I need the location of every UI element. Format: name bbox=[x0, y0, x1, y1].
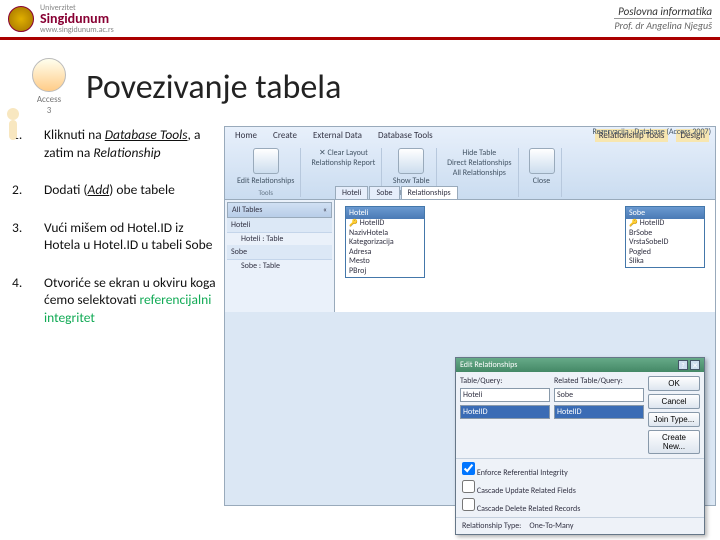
cancel-button[interactable]: Cancel bbox=[648, 394, 700, 409]
relationship-type-value: One-To-Many bbox=[529, 521, 573, 531]
right-field-select[interactable]: HotelID bbox=[554, 405, 644, 419]
title-row: Access 3 Povezivanje tabela bbox=[0, 40, 720, 126]
slide-title: Povezivanje tabela bbox=[86, 67, 341, 108]
left-field-select[interactable]: HotelID bbox=[460, 405, 550, 419]
dialog-help-icon[interactable]: ? bbox=[678, 360, 688, 370]
relationships-canvas[interactable]: Hoteli Sobe Relationships Hoteli HotelID… bbox=[335, 200, 715, 312]
step-2: 2. Dodati (Add) obe tabele bbox=[12, 181, 218, 199]
edit-relationships-dialog: Edit Relationships ? ✕ Table/Query: Hote… bbox=[455, 357, 705, 535]
steps-list: 1. Kliknuti na Database Tools, a zatim n… bbox=[12, 126, 218, 506]
table-box-sobe[interactable]: Sobe HotelID BrSobe VrstaSobeID Pogled S… bbox=[625, 206, 705, 268]
nav-item-hoteli-table[interactable]: Hoteli : Table bbox=[227, 233, 332, 245]
logo-singidunum: Singidunum bbox=[40, 12, 114, 26]
nav-collapse-icon[interactable]: « bbox=[323, 205, 327, 215]
clear-layout-button[interactable]: ✕ Clear Layout bbox=[311, 148, 375, 158]
nav-group-hoteli[interactable]: Hoteli bbox=[227, 218, 332, 233]
check-cascade-delete[interactable]: Cascade Delete Related Records bbox=[462, 497, 698, 515]
mascot-icon bbox=[2, 108, 24, 148]
nav-header[interactable]: All Tables bbox=[232, 205, 262, 215]
step-1: 1. Kliknuti na Database Tools, a zatim n… bbox=[12, 126, 218, 161]
ok-button[interactable]: OK bbox=[648, 376, 700, 391]
navigation-pane: All Tables « Hoteli Hoteli : Table Sobe … bbox=[225, 200, 335, 312]
slide-header: Univerzitet Singidunum www.singidunum.ac… bbox=[0, 0, 720, 40]
ribbon-group-tools: Edit Relationships Tools bbox=[231, 148, 301, 197]
check-cascade-update[interactable]: Cascade Update Related Fields bbox=[462, 479, 698, 497]
logo-badge-icon bbox=[8, 6, 34, 32]
tab-home[interactable]: Home bbox=[231, 129, 261, 142]
access-icon: Access 3 bbox=[24, 58, 74, 116]
doc-tab-hoteli[interactable]: Hoteli bbox=[335, 186, 368, 199]
check-referential-integrity[interactable]: Enforce Referential Integrity bbox=[462, 461, 698, 479]
step-3: 3. Vući mišem od Hotel.ID iz Hotela u Ho… bbox=[12, 219, 218, 254]
relationship-report-button[interactable]: Relationship Report bbox=[311, 158, 375, 168]
nav-item-sobe-table[interactable]: Sobe : Table bbox=[227, 260, 332, 272]
step-4: 4. Otvoriće se ekran u okviru koga ćemo … bbox=[12, 274, 218, 327]
relationship-type-label: Relationship Type: bbox=[462, 521, 521, 531]
right-table-select[interactable]: Sobe bbox=[554, 388, 644, 402]
left-table-label: Table/Query: bbox=[460, 376, 550, 386]
doc-tab-relationships[interactable]: Relationships bbox=[401, 186, 458, 199]
join-type-button[interactable]: Join Type... bbox=[648, 412, 700, 427]
logo-url: www.singidunum.ac.rs bbox=[40, 26, 114, 34]
tab-database-tools[interactable]: Database Tools bbox=[374, 129, 437, 142]
edit-relationships-button[interactable] bbox=[253, 148, 279, 174]
dialog-close-icon[interactable]: ✕ bbox=[690, 360, 700, 370]
create-new-button[interactable]: Create New... bbox=[648, 430, 700, 454]
left-table-select[interactable]: Hoteli bbox=[460, 388, 550, 402]
access-screenshot: Rezervacija : Database (Access 2007) Hom… bbox=[224, 126, 716, 506]
dialog-title: Edit Relationships bbox=[460, 360, 517, 370]
access-ring-icon bbox=[32, 58, 66, 92]
tab-create[interactable]: Create bbox=[269, 129, 301, 142]
doc-tab-sobe[interactable]: Sobe bbox=[369, 186, 399, 199]
window-title: Rezervacija : Database (Access 2007) bbox=[592, 127, 711, 137]
course-name: Poslovna informatika bbox=[614, 5, 712, 18]
nav-group-sobe[interactable]: Sobe bbox=[227, 245, 332, 260]
all-relationships-button[interactable]: All Relationships bbox=[447, 168, 511, 178]
direct-relationships-button[interactable]: Direct Relationships bbox=[447, 158, 511, 168]
ribbon-group-close: Close bbox=[523, 148, 562, 197]
close-button[interactable] bbox=[529, 148, 555, 174]
ribbon: Home Create External Data Database Tools… bbox=[225, 127, 715, 200]
tab-external-data[interactable]: External Data bbox=[309, 129, 366, 142]
hide-table-button[interactable]: Hide Table bbox=[447, 148, 511, 158]
logo: Univerzitet Singidunum www.singidunum.ac… bbox=[8, 4, 114, 34]
professor-name: Prof. dr Angelina Njeguš bbox=[614, 18, 712, 32]
right-table-label: Related Table/Query: bbox=[554, 376, 644, 386]
show-table-button[interactable] bbox=[398, 148, 424, 174]
table-box-hoteli[interactable]: Hoteli HotelID NazivHotela Kategorizacij… bbox=[345, 206, 425, 278]
